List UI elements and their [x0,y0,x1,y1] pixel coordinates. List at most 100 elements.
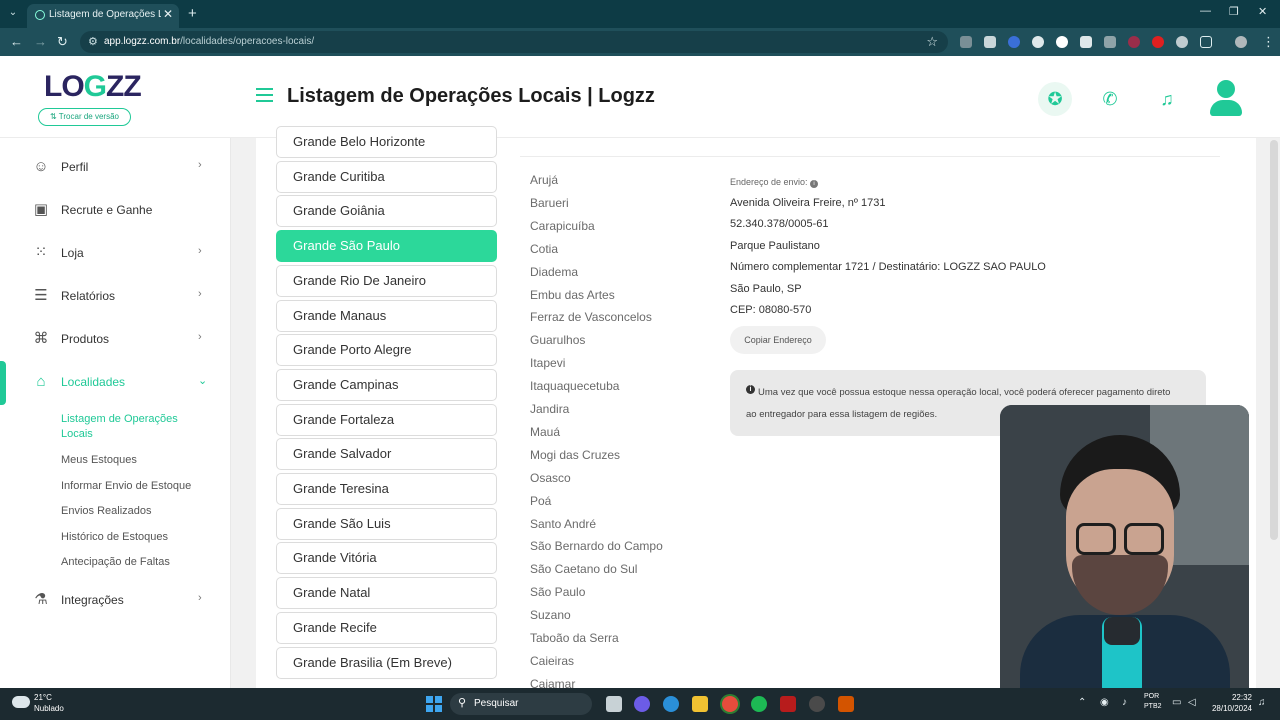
region-button[interactable]: Grande Salvador [276,438,497,471]
spotify-icon[interactable] [751,696,767,712]
menu-toggle-icon[interactable] [256,88,273,102]
sidebar-item-localidades[interactable]: ⌂ Localidades ⌄ [0,365,231,401]
extension-icon[interactable] [984,36,996,48]
volume-icon[interactable]: ◁ [1188,697,1196,708]
region-button[interactable]: Grande Natal [276,577,497,610]
windows-start-icon[interactable] [426,696,442,712]
region-button[interactable]: Grande Campinas [276,368,497,401]
region-button[interactable]: Grande São Luis [276,507,497,540]
whatsapp-icon[interactable]: ✆ [1093,82,1127,116]
sidebar-item-loja[interactable]: ⁙ Loja › [0,236,231,272]
city-item: Mauá [530,424,561,439]
submenu-historico[interactable]: Histórico de Estoques [61,531,168,543]
divider [520,156,1220,157]
extension-icon[interactable] [1008,36,1020,48]
info-icon[interactable]: i [810,180,819,188]
region-button[interactable]: Grande Rio De Janeiro [276,264,497,297]
sidebar-item-integracoes[interactable]: ⚗ Integrações › [0,583,231,619]
reload-icon[interactable]: ↻ [57,34,68,50]
medal-icon[interactable]: ✪ [1038,82,1072,116]
browser-tab[interactable]: Listagem de Operações Locais ✕ [27,4,179,28]
site-info-icon[interactable]: ⚙ [88,35,98,48]
forward-icon[interactable]: → [34,34,47,49]
extension-icon[interactable] [960,36,972,48]
sidebar-item-perfil[interactable]: ☺ Perfil › [0,150,231,186]
bookmark-star-icon[interactable]: ☆ [926,34,938,50]
submenu-envios-realizados[interactable]: Envios Realizados [61,505,152,517]
region-button[interactable]: Grande Manaus [276,299,497,332]
back-icon[interactable]: ← [10,34,23,49]
integrations-icon: ⚗ [34,591,48,608]
file-explorer-icon[interactable] [692,696,708,712]
tag-icon: ⌘ [33,330,49,347]
region-button[interactable]: Grande Porto Alegre [276,334,497,367]
copilot-icon[interactable] [634,696,650,712]
chevron-down-icon: ⌄ [198,375,208,387]
submenu-meus-estoques[interactable]: Meus Estoques [61,454,137,466]
tray-expand-icon[interactable]: ⌃ [1078,697,1086,708]
app-icon[interactable] [809,696,825,712]
browser-menu-icon[interactable]: ⋮ [1262,34,1275,50]
city-item: Poá [530,493,552,508]
region-button[interactable]: Grande Vitória [276,542,497,575]
tab-favicon-icon [35,10,45,20]
extensions-puzzle-icon[interactable] [1200,36,1212,48]
switch-version-button[interactable]: ⇅ Trocar de versão [38,108,131,126]
sidebar-item-produtos[interactable]: ⌘ Produtos › [0,322,231,358]
edge-icon[interactable] [663,696,679,712]
region-button[interactable]: Grande Teresina [276,473,497,505]
chevron-right-icon: › [198,245,202,257]
submenu-informar-envio[interactable]: Informar Envio de Estoque [61,480,191,492]
taskbar-search[interactable]: ⚲ Pesquisar [450,693,592,715]
notification-bell-icon[interactable]: ♫ [1258,697,1266,708]
region-button[interactable]: Grande São Paulo [276,230,497,263]
new-tab-icon[interactable]: + [188,5,197,22]
copy-address-button[interactable]: Copiar Endereço [730,326,826,354]
city-item: Itapevi [530,356,566,371]
region-button[interactable]: Grande Goiânia [276,195,497,228]
chrome-icon[interactable] [722,696,738,712]
mic-icon[interactable]: ♪ [1122,697,1127,708]
restore-icon[interactable]: ❐ [1229,5,1239,18]
address-bar[interactable]: ⚙ app.logzz.com.br/localidades/operacoes… [80,31,948,53]
sidebar-item-recrute[interactable]: ▣ Recrute e Ganhe [0,193,231,229]
region-button[interactable]: Grande Curitiba [276,160,497,193]
app-icon[interactable] [838,696,854,712]
url-text: app.logzz.com.br/localidades/operacoes-l… [104,36,315,47]
close-window-icon[interactable]: ✕ [1258,5,1267,18]
extension-icon[interactable] [1056,36,1068,48]
extension-icon[interactable] [1080,36,1092,48]
task-view-icon[interactable] [606,696,622,712]
city-item: São Caetano do Sul [530,562,638,577]
extension-icon[interactable] [1032,36,1044,48]
search-label: Pesquisar [474,698,519,709]
extension-icon[interactable] [1104,36,1116,48]
taskbar-clock[interactable]: 22:32 28/10/2024 [1208,692,1252,714]
page-title: Listagem de Operações Locais | Logzz [287,85,655,107]
tab-search-icon[interactable]: ⌄ [6,6,20,20]
profile-icon[interactable] [1235,36,1247,48]
page-scrollbar[interactable] [1270,140,1278,540]
submenu-listagem[interactable]: Listagem de Operações Locais [61,412,201,442]
keyboard-language[interactable]: POR PTB2 [1144,692,1162,712]
extension-icon[interactable] [1176,36,1188,48]
user-avatar[interactable] [1208,80,1244,116]
bell-icon[interactable]: ♫ [1150,82,1184,116]
extension-icon[interactable] [1128,36,1140,48]
logzz-logo[interactable]: LOGZZ [44,70,142,104]
submenu-antecipacao[interactable]: Antecipação de Faltas [61,556,170,568]
region-button[interactable]: Grande Belo Horizonte [276,126,497,158]
region-button[interactable]: Grande Recife [276,611,497,644]
network-icon[interactable]: ▭ [1172,697,1181,708]
windows-taskbar: 21°C Nublado ⚲ Pesquisar ⌃ ◉ ♪ POR PTB2 ▭… [0,688,1280,720]
region-button[interactable]: Grande Fortaleza [276,403,497,436]
app-icon[interactable] [780,696,796,712]
city-item: Mogi das Cruzes [530,447,621,462]
sidebar-item-relatorios[interactable]: ☰ Relatórios › [0,279,231,315]
cloud-icon[interactable] [12,696,30,708]
region-button[interactable]: Grande Brasilia (Em Breve) [276,646,497,679]
minimize-icon[interactable]: — [1200,5,1211,17]
close-tab-icon[interactable]: ✕ [163,7,173,21]
extension-icon[interactable] [1152,36,1164,48]
tray-app-icon[interactable]: ◉ [1100,697,1109,708]
